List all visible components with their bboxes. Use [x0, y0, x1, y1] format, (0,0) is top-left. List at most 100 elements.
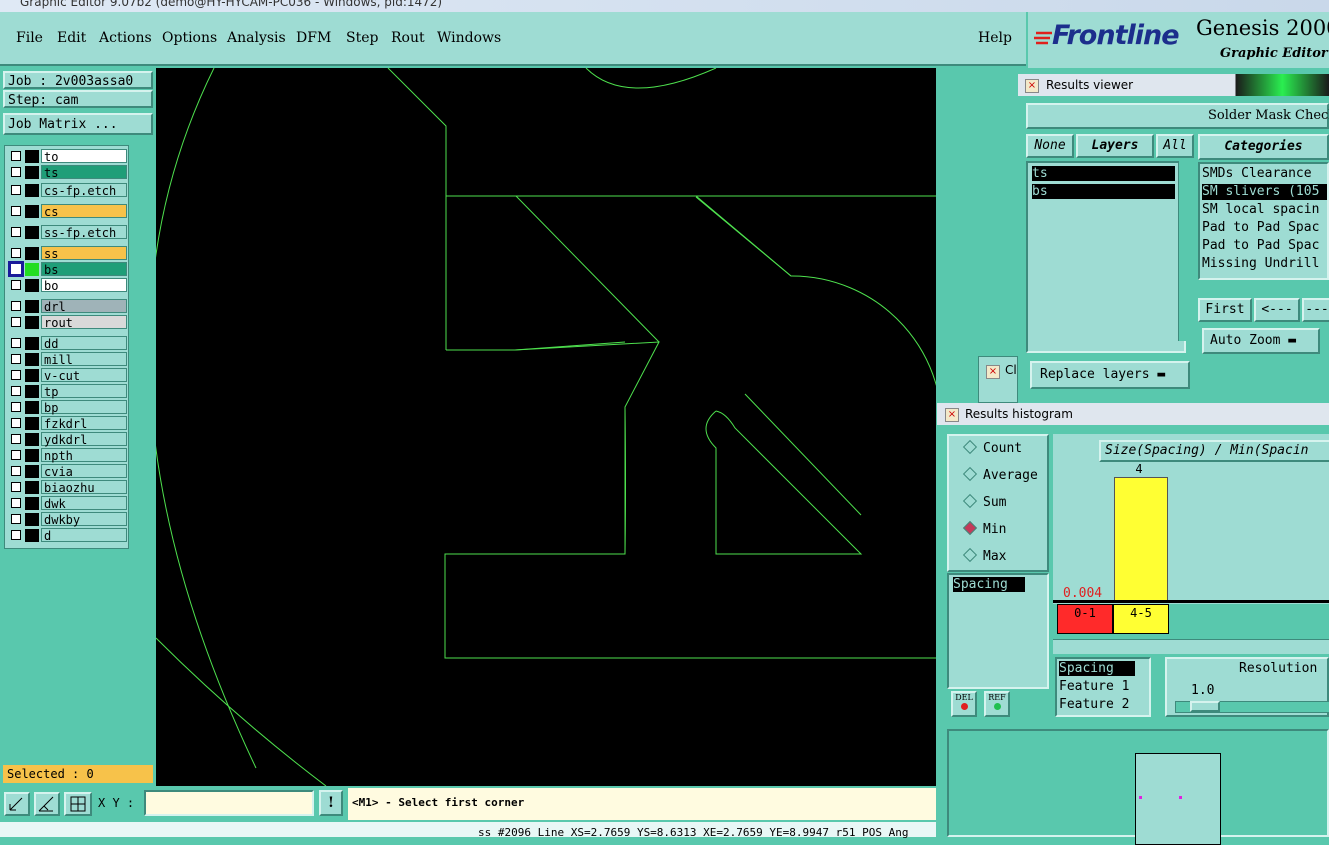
layer-checkbox[interactable]: [11, 248, 21, 258]
layer-name[interactable]: bp: [41, 400, 127, 415]
measure-icon[interactable]: [34, 792, 60, 816]
layer-checkbox[interactable]: [11, 466, 21, 476]
layer-affected-indicator[interactable]: [25, 497, 39, 510]
layer-name[interactable]: d: [41, 528, 127, 543]
layer-affected-indicator[interactable]: [25, 353, 39, 366]
zoom-area-icon[interactable]: [4, 792, 30, 816]
layer-checkbox[interactable]: [11, 498, 21, 508]
layer-affected-indicator[interactable]: [25, 433, 39, 446]
layer-row-biaozhu[interactable]: biaozhu: [5, 480, 128, 495]
layer-name[interactable]: npth: [41, 448, 127, 463]
layer-affected-indicator[interactable]: [25, 166, 39, 179]
layer-affected-indicator[interactable]: [25, 226, 39, 239]
layer-affected-indicator[interactable]: [25, 263, 39, 276]
layer-affected-indicator[interactable]: [25, 279, 39, 292]
category-item[interactable]: SM slivers (105: [1202, 184, 1327, 200]
feature-2[interactable]: Feature 2: [1059, 697, 1129, 712]
menu-help[interactable]: Help: [978, 30, 1012, 46]
layer-row-to[interactable]: to: [5, 149, 128, 164]
layer-row-v-cut[interactable]: v-cut: [5, 368, 128, 383]
feature-spacing[interactable]: Spacing: [1059, 661, 1135, 676]
category-item[interactable]: SM local spacin: [1202, 202, 1319, 218]
category-item[interactable]: Missing Undrill: [1202, 256, 1319, 272]
window-menu-icon[interactable]: ×: [1025, 79, 1039, 93]
graphic-canvas[interactable]: [148, 67, 951, 787]
menu-options[interactable]: Options: [162, 30, 217, 46]
radio-min[interactable]: Min: [962, 520, 1006, 537]
layer-name[interactable]: cvia: [41, 464, 127, 479]
layer-checkbox[interactable]: [11, 418, 21, 428]
layer-checkbox[interactable]: [11, 530, 21, 540]
layer-affected-indicator[interactable]: [25, 401, 39, 414]
layer-checkbox[interactable]: [11, 434, 21, 444]
auto-zoom-dropdown[interactable]: Auto Zoom ▬: [1202, 328, 1320, 354]
layer-row-tp[interactable]: tp: [5, 384, 128, 399]
menu-rout[interactable]: Rout: [391, 30, 425, 46]
layer-name[interactable]: tp: [41, 384, 127, 399]
layer-row-cs[interactable]: cs: [5, 204, 128, 219]
snap-grid-icon[interactable]: [64, 792, 92, 816]
layers-all-button[interactable]: All: [1156, 134, 1194, 158]
menu-step[interactable]: Step: [346, 30, 378, 46]
layer-name[interactable]: dwk: [41, 496, 127, 511]
histogram-hscrollbar[interactable]: [1053, 639, 1329, 654]
layer-row-ydkdrl[interactable]: ydkdrl: [5, 432, 128, 447]
layer-affected-indicator[interactable]: [25, 184, 39, 197]
layer-row-drl[interactable]: drl: [5, 299, 128, 314]
radio-count[interactable]: Count: [962, 439, 1022, 456]
layers-button[interactable]: Layers: [1076, 134, 1154, 158]
menu-analysis[interactable]: Analysis: [227, 30, 286, 46]
layer-affected-indicator[interactable]: [25, 337, 39, 350]
layer-row-ss-fp.etch[interactable]: ss-fp.etch: [5, 225, 128, 240]
layer-checkbox[interactable]: [11, 317, 21, 327]
resolution-slider[interactable]: [1175, 701, 1329, 713]
layer-affected-indicator[interactable]: [25, 316, 39, 329]
layer-list-scrollbar[interactable]: [1178, 161, 1191, 341]
menu-dfm[interactable]: DFM: [296, 30, 331, 46]
layer-row-dwk[interactable]: dwk: [5, 496, 128, 511]
layer-name[interactable]: drl: [41, 299, 127, 314]
layer-name[interactable]: to: [41, 149, 127, 164]
layer-name[interactable]: cs-fp.etch: [41, 183, 127, 198]
layer-checkbox[interactable]: [11, 227, 21, 237]
layer-checkbox[interactable]: [11, 402, 21, 412]
layer-row-fzkdrl[interactable]: fzkdrl: [5, 416, 128, 431]
layer-affected-indicator[interactable]: [25, 150, 39, 163]
xy-input[interactable]: [144, 790, 314, 816]
layer-affected-indicator[interactable]: [25, 300, 39, 313]
layer-checkbox[interactable]: [11, 280, 21, 290]
next-button[interactable]: ---: [1302, 298, 1329, 322]
layer-checkbox[interactable]: [11, 185, 21, 195]
layer-checkbox[interactable]: [11, 450, 21, 460]
layer-row-cs-fp.etch[interactable]: cs-fp.etch: [5, 183, 128, 198]
layer-name[interactable]: biaozhu: [41, 480, 127, 495]
result-layer-bs[interactable]: bs: [1032, 184, 1175, 199]
layer-checkbox[interactable]: [11, 514, 21, 524]
layer-name[interactable]: ydkdrl: [41, 432, 127, 447]
layer-affected-indicator[interactable]: [25, 465, 39, 478]
layer-checkbox[interactable]: [11, 206, 21, 216]
bin-0-1[interactable]: 0-1: [1057, 604, 1113, 634]
radio-average[interactable]: Average: [962, 466, 1038, 483]
category-item[interactable]: SMDs Clearance: [1202, 166, 1312, 182]
layer-name[interactable]: ts: [41, 165, 127, 180]
layer-name[interactable]: dd: [41, 336, 127, 351]
window-menu-icon[interactable]: ×: [986, 365, 1000, 379]
histogram-bar[interactable]: [1114, 477, 1168, 601]
result-layer-ts[interactable]: ts: [1032, 166, 1175, 181]
layer-affected-indicator[interactable]: [25, 417, 39, 430]
first-button[interactable]: First: [1198, 298, 1252, 322]
layer-row-bo[interactable]: bo: [5, 278, 128, 293]
category-item[interactable]: Pad to Pad Spac: [1202, 220, 1319, 236]
layer-affected-indicator[interactable]: [25, 369, 39, 382]
layer-checkbox[interactable]: [11, 338, 21, 348]
layer-affected-indicator[interactable]: [25, 247, 39, 260]
layer-checkbox[interactable]: [11, 354, 21, 364]
layer-name[interactable]: ss-fp.etch: [41, 225, 127, 240]
layer-checkbox[interactable]: [11, 167, 21, 177]
layer-row-ss[interactable]: ss: [5, 246, 128, 261]
layer-name[interactable]: bs: [41, 262, 127, 277]
alert-icon[interactable]: !: [319, 790, 343, 816]
layer-row-npth[interactable]: npth: [5, 448, 128, 463]
layer-name[interactable]: fzkdrl: [41, 416, 127, 431]
